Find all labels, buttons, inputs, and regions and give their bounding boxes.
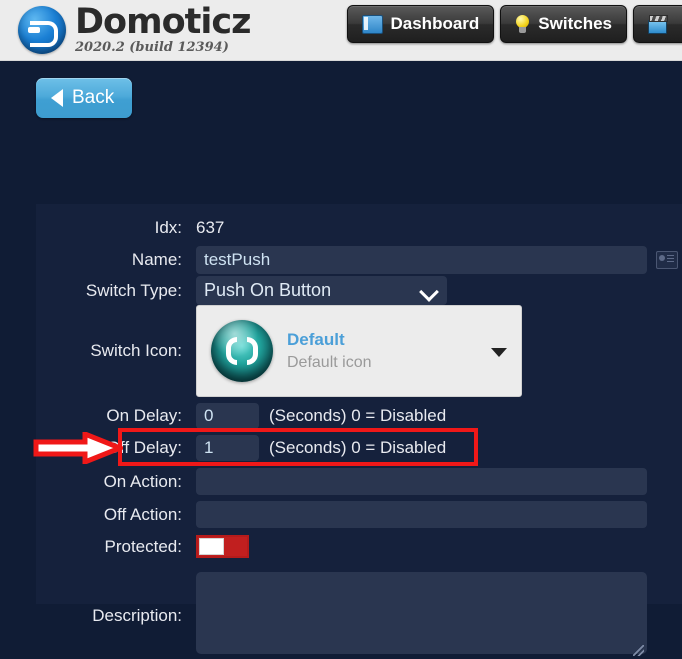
chevron-down-icon bbox=[419, 282, 439, 302]
switch-type-label: Switch Type: bbox=[36, 281, 196, 301]
app-header: Domoticz 2020.2 (build 12394) Dashboard … bbox=[0, 0, 682, 61]
row-idx: Idx: 637 bbox=[36, 218, 682, 238]
left-triangle-icon bbox=[51, 89, 63, 107]
row-protected: Protected: bbox=[36, 535, 682, 558]
page-body: Back Idx: 637 Name: Switch Type: Push On… bbox=[0, 61, 682, 604]
row-on-action: On Action: bbox=[36, 468, 682, 495]
off-delay-hint: (Seconds) 0 = Disabled bbox=[269, 438, 446, 458]
off-action-input[interactable] bbox=[196, 501, 647, 528]
row-switch-type: Switch Type: Push On Button bbox=[36, 276, 682, 305]
row-on-delay: On Delay: (Seconds) 0 = Disabled bbox=[36, 403, 682, 429]
name-field-wrap bbox=[196, 246, 678, 274]
switch-type-select[interactable]: Push On Button bbox=[196, 276, 447, 305]
idx-value: 637 bbox=[196, 218, 224, 238]
default-switch-sphere-icon bbox=[211, 320, 273, 382]
brand: Domoticz 2020.2 (build 12394) bbox=[18, 4, 250, 54]
caret-down-icon bbox=[491, 348, 507, 357]
description-wrap bbox=[196, 572, 647, 659]
row-name: Name: bbox=[36, 246, 682, 274]
on-delay-hint: (Seconds) 0 = Disabled bbox=[269, 406, 446, 426]
switch-type-value: Push On Button bbox=[204, 280, 331, 301]
tab-switches-label: Switches bbox=[538, 14, 612, 34]
on-delay-label: On Delay: bbox=[36, 406, 196, 426]
brand-title: Domoticz bbox=[75, 4, 250, 40]
name-label: Name: bbox=[36, 250, 196, 270]
switch-icon-title: Default bbox=[287, 329, 372, 350]
row-off-delay: Off Delay: (Seconds) 0 = Disabled bbox=[36, 435, 682, 461]
row-description: Description: bbox=[36, 572, 682, 659]
tab-dashboard-label: Dashboard bbox=[391, 14, 480, 34]
on-action-input[interactable] bbox=[196, 468, 647, 495]
off-delay-input[interactable] bbox=[196, 435, 259, 461]
toggle-knob bbox=[199, 538, 224, 555]
switch-icon-label: Switch Icon: bbox=[36, 341, 196, 361]
off-action-label: Off Action: bbox=[36, 505, 196, 525]
tab-switches[interactable]: Switches bbox=[500, 5, 627, 43]
switch-icon-picker[interactable]: Default Default icon bbox=[196, 305, 522, 397]
protected-toggle[interactable] bbox=[196, 535, 249, 558]
row-switch-icon: Switch Icon: Default Default icon bbox=[36, 305, 682, 397]
switch-edit-form: Idx: 637 Name: Switch Type: Push On Butt… bbox=[36, 204, 682, 604]
main-navigation: Dashboard Switches bbox=[347, 5, 682, 43]
scenes-icon bbox=[648, 15, 667, 33]
description-label: Description: bbox=[36, 606, 196, 626]
protected-label: Protected: bbox=[36, 537, 196, 557]
on-action-label: On Action: bbox=[36, 472, 196, 492]
row-off-action: Off Action: bbox=[36, 501, 682, 528]
app-version: 2020.2 (build 12394) bbox=[75, 41, 250, 54]
lightbulb-icon bbox=[515, 15, 530, 34]
tab-scenes[interactable] bbox=[633, 5, 682, 43]
domoticz-logo-icon bbox=[18, 6, 66, 54]
switch-icon-subtitle: Default icon bbox=[287, 353, 372, 373]
dashboard-icon bbox=[362, 15, 383, 34]
contact-card-icon[interactable] bbox=[656, 251, 678, 269]
back-button-label: Back bbox=[72, 87, 114, 109]
name-input[interactable] bbox=[196, 246, 647, 274]
off-delay-label: Off Delay: bbox=[36, 438, 196, 458]
back-button[interactable]: Back bbox=[36, 78, 132, 118]
on-delay-input[interactable] bbox=[196, 403, 259, 429]
brand-text: Domoticz 2020.2 (build 12394) bbox=[75, 4, 250, 54]
tab-dashboard[interactable]: Dashboard bbox=[347, 5, 495, 43]
description-textarea[interactable] bbox=[196, 572, 647, 654]
switch-icon-meta: Default Default icon bbox=[287, 329, 372, 372]
idx-label: Idx: bbox=[36, 218, 196, 238]
